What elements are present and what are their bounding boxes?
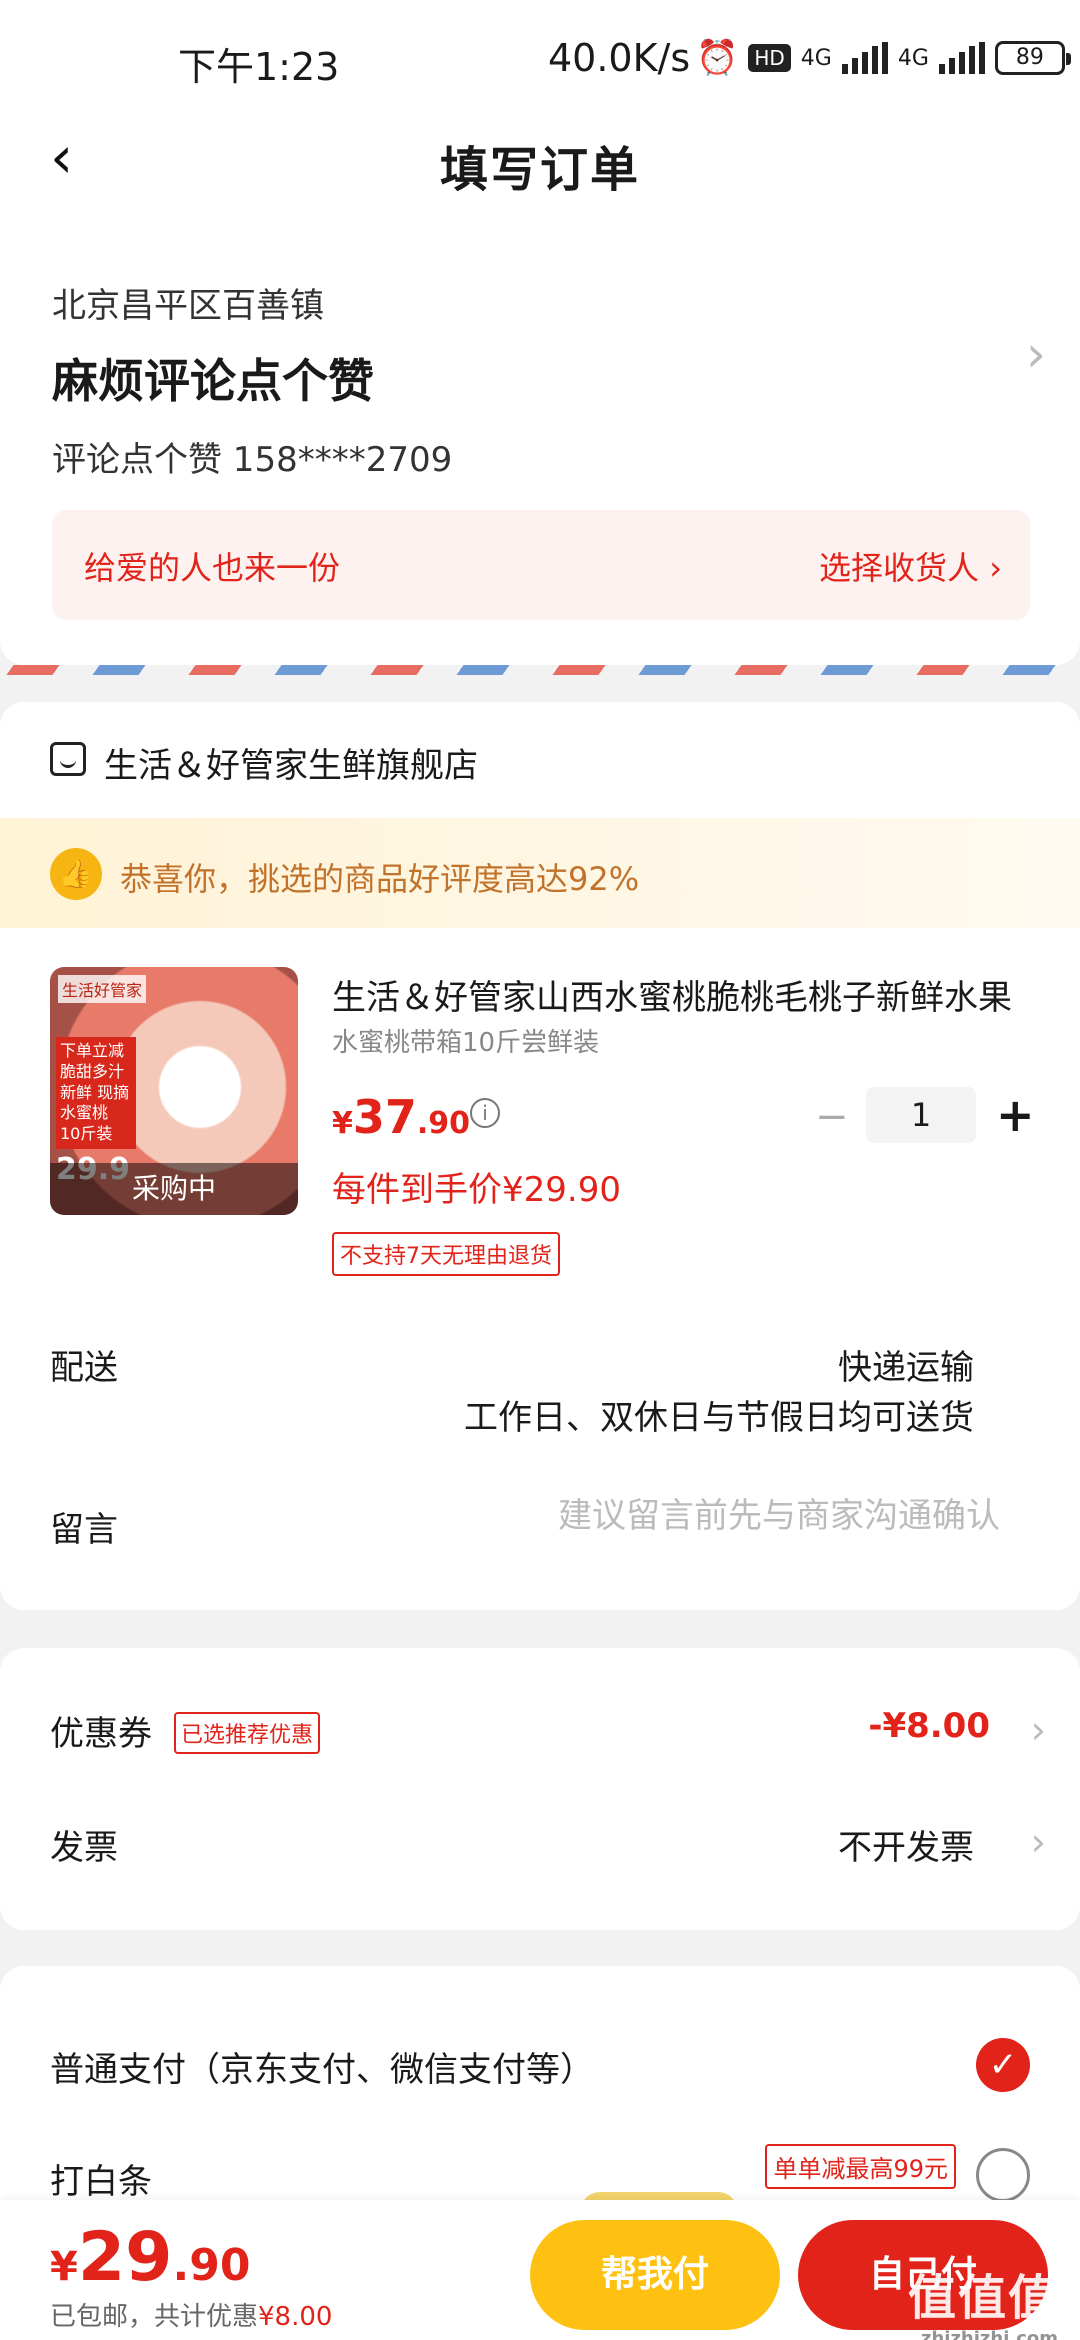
coupon-value[interactable]: -¥8.00: [868, 1706, 990, 1746]
quantity-increase-button[interactable]: +: [996, 1088, 1035, 1142]
total-discount: ¥8.00: [258, 2302, 333, 2332]
product-image-status: 采购中: [50, 1163, 298, 1215]
watermark-text: 值值值: [907, 2270, 1058, 2326]
payment-option-baitiao[interactable]: 打白条: [50, 2154, 152, 2203]
watermark: 值值值 zhizhizhi.com: [908, 2258, 1058, 2340]
envelope-stripe: [0, 665, 1080, 675]
page-title: 填写订单: [439, 142, 640, 198]
alarm-icon: ⏰: [696, 38, 739, 78]
no-return-badge: 不支持7天无理由退货: [332, 1232, 560, 1276]
fee-card: 优惠券 已选推荐优惠 -¥8.00 › 发票 不开发票 ›: [0, 1648, 1080, 1930]
shop-card: 生活＆好管家生鲜旗舰店 👍 恭喜你，挑选的商品好评度高达92% 生活好管家 下单…: [0, 702, 1080, 1610]
chevron-right-icon: ›: [1030, 1820, 1046, 1864]
gift-banner[interactable]: 给爱的人也来一份 选择收货人 ›: [52, 510, 1030, 620]
chevron-right-icon: ›: [1026, 325, 1046, 383]
product-spec: 水蜜桃带箱10斤尝鲜装: [332, 1028, 600, 1058]
message-label: 留言: [50, 1510, 118, 1550]
total-decimal: .90: [172, 2240, 251, 2291]
help-me-pay-button[interactable]: 帮我付: [530, 2220, 780, 2330]
coupon-label: 优惠券: [50, 1714, 152, 1754]
invoice-value[interactable]: 不开发票: [838, 1820, 974, 1869]
signal-label-1: 4G: [800, 45, 832, 71]
product-title[interactable]: 生活＆好管家山西水蜜桃脆桃毛桃子新鲜水果: [332, 970, 1032, 1019]
invoice-label: 发票: [50, 1828, 118, 1868]
address-region: 北京昌平区百善镇: [52, 286, 324, 326]
baitiao-tag-text: 单单减最高99元: [765, 2144, 956, 2189]
nav-bar: ‹ 填写订单: [0, 110, 1080, 210]
total-integer: 29: [77, 2218, 173, 2297]
payment-option-normal[interactable]: 普通支付（京东支付、微信支付等）: [50, 2042, 594, 2091]
signal-icon-2: [938, 42, 985, 74]
thumb-up-icon: 👍: [50, 848, 102, 900]
product-price: ¥37.90: [332, 1090, 470, 1144]
info-icon[interactable]: i: [470, 1098, 500, 1128]
final-unit-price: 每件到手价¥29.90: [332, 1170, 621, 1210]
shop-name[interactable]: 生活＆好管家生鲜旗舰店: [104, 738, 478, 787]
checked-icon[interactable]: ✓: [976, 2038, 1030, 2092]
gift-banner-text: 给爱的人也来一份: [84, 549, 341, 587]
total-currency: ¥: [50, 2244, 78, 2290]
shipping-label: 配送: [50, 1348, 118, 1388]
product-image-promo: 下单立减 脆甜多汁 新鲜 现摘水蜜桃 10斤装: [56, 1037, 136, 1149]
chevron-right-icon: ›: [1030, 1708, 1046, 1752]
baitiao-tag: 单单减最高99元: [765, 2112, 956, 2189]
shipping-method[interactable]: 快递运输: [838, 1340, 974, 1389]
signal-label-2: 4G: [897, 45, 929, 71]
price-currency: ¥: [332, 1106, 353, 1141]
address-card[interactable]: 北京昌平区百善镇 麻烦评论点个赞 评论点个赞 158****2709 › 给爱的…: [0, 210, 1080, 675]
product-image[interactable]: 生活好管家 下单立减 脆甜多汁 新鲜 现摘水蜜桃 10斤装 29.9 采购中: [50, 967, 298, 1215]
praise-banner: 👍 恭喜你，挑选的商品好评度高达92%: [0, 818, 1080, 928]
watermark-url: zhizhizhi.com: [920, 2328, 1058, 2340]
select-receiver-link[interactable]: 选择收货人 ›: [819, 543, 1002, 589]
address-detail: 麻烦评论点个赞: [52, 354, 374, 408]
price-decimal: .90: [416, 1106, 471, 1141]
unchecked-radio-icon[interactable]: [976, 2148, 1030, 2202]
price-integer: 37: [352, 1090, 417, 1144]
signal-icon-1: [841, 42, 888, 74]
shop-icon: [50, 742, 86, 776]
praise-text: 恭喜你，挑选的商品好评度高达92%: [120, 860, 640, 898]
message-input[interactable]: [440, 1496, 1000, 1536]
status-icons: ⏰ HD 4G 4G 89: [696, 38, 1071, 78]
total-price: ¥29.90: [50, 2218, 250, 2297]
coupon-tag: 已选推荐优惠: [174, 1712, 321, 1754]
status-time: 下午1:23: [178, 45, 340, 89]
quantity-input[interactable]: 1: [866, 1087, 976, 1143]
total-note: 已包邮，共计优惠¥8.00: [50, 2296, 332, 2333]
address-contact: 评论点个赞 158****2709: [52, 440, 453, 480]
shipping-note: 工作日、双休日与节假日均可送货: [464, 1398, 974, 1438]
battery-icon: 89: [994, 41, 1071, 75]
status-bar: 下午1:23 40.0K/s ⏰ HD 4G 4G 89: [0, 0, 1080, 110]
hd-icon: HD: [748, 44, 791, 72]
quantity-decrease-button[interactable]: −: [815, 1094, 849, 1140]
network-speed: 40.0K/s: [548, 36, 691, 80]
total-note-prefix: 已包邮，共计优惠: [50, 2302, 259, 2332]
product-image-brand: 生活好管家: [58, 975, 147, 1003]
